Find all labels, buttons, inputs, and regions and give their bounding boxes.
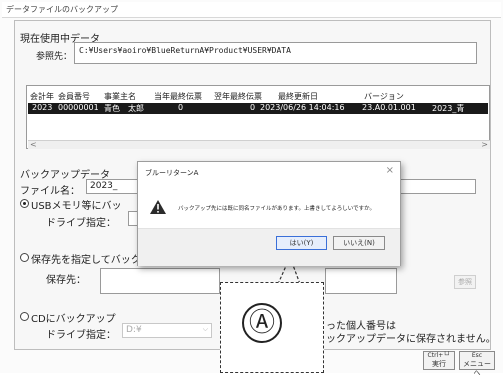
cell-member: 00000001	[58, 103, 99, 112]
cd-drive-label: ドライブ指定：	[46, 330, 116, 341]
cell-year: 2023	[32, 103, 53, 112]
col-this-year: 当年最終伝票	[154, 92, 202, 101]
dest-radio[interactable]	[20, 253, 29, 262]
filename-label: ファイル名：	[20, 186, 80, 197]
usb-option-label: USBメモリ等にバッ	[31, 201, 122, 212]
dest-label: 保存先：	[46, 275, 86, 286]
col-owner: 事業主名	[104, 92, 136, 101]
menu-label: メニューへ	[463, 360, 491, 377]
cd-drive-value: D:¥	[126, 325, 142, 335]
yes-button[interactable]: はい(Y)	[276, 236, 327, 250]
app-window: データファイルのバックアップ 現在使用中データ 参照先： C:¥Users¥ao…	[0, 0, 503, 377]
cd-option-label: CDにバックアップ	[31, 314, 116, 325]
col-member: 会員番号	[58, 92, 90, 101]
ref-label: 参照先：	[36, 52, 73, 62]
table-row[interactable]: 2023 00000001 青色 太郎 0 0 2023/06/26 14:04…	[28, 103, 488, 114]
execute-label: 実行	[432, 360, 446, 368]
col-version: バージョン	[364, 92, 404, 101]
col-next-year: 翌年最終伝票	[214, 92, 262, 101]
chevron-down-icon: ⌵	[202, 325, 208, 333]
close-icon[interactable]: ×	[386, 165, 394, 176]
execute-button[interactable]: Ctrl+└┘ 実行	[423, 351, 455, 370]
dialog-message: バックアップ先には既に同名ファイルがあります。上書きしてよろしいですか。	[178, 206, 376, 212]
execute-key: Ctrl+└┘	[427, 352, 451, 359]
dialog-footer: はい(Y) いいえ(N)	[138, 228, 400, 266]
confirm-dialog: ブルーリターンA × バックアップ先には既に同名ファイルがあります。上書きしてよ…	[137, 161, 401, 266]
dest-path-field-tail[interactable]	[325, 268, 397, 294]
window-title: データファイルのバックアップ	[2, 2, 501, 18]
cell-owner: 青色 太郎	[104, 104, 144, 113]
cell-version: 23.A0.01.001	[362, 103, 416, 112]
cd-radio[interactable]	[20, 312, 29, 321]
menu-key: Esc	[471, 352, 483, 359]
drive-label: ドライブ指定：	[46, 218, 116, 229]
browse-button[interactable]: 参照	[454, 275, 476, 289]
cell-updated: 2023/06/26 14:04:16	[260, 103, 345, 112]
dialog-title: ブルーリターンA	[145, 169, 199, 177]
warning-icon	[150, 200, 166, 214]
callout-marker: Ⓐ	[242, 303, 282, 343]
cell-extra: 2023_青	[432, 104, 465, 113]
cell-next-year: 0	[250, 103, 256, 112]
col-year: 会計年	[30, 92, 54, 101]
table-header: 会計年 会員番号 事業主名 当年最終伝票 翌年最終伝票 最終更新日 バージョン	[28, 91, 488, 103]
note-line-2: ックアップデータに保存されません。	[326, 334, 496, 345]
filename-input-tail[interactable]	[398, 179, 476, 194]
filename-input[interactable]: 2023_	[86, 179, 140, 194]
menu-button[interactable]: Esc メニューへ	[459, 351, 495, 377]
usb-radio[interactable]	[20, 199, 29, 208]
dest-path-field[interactable]	[100, 268, 220, 294]
col-updated: 最終更新日	[278, 92, 318, 101]
cd-drive-select[interactable]: D:¥ ⌵	[122, 323, 212, 338]
scroll-left-icon[interactable]: <	[30, 140, 37, 149]
ref-path-field: C:¥Users¥aoiro¥BlueReturnA¥Product¥USER¥…	[74, 42, 477, 64]
cell-this-year: 0	[178, 103, 184, 112]
no-button[interactable]: いいえ(N)	[333, 236, 385, 250]
horizontal-scrollbar[interactable]: < >	[28, 140, 490, 149]
scroll-right-icon[interactable]: >	[481, 140, 488, 149]
